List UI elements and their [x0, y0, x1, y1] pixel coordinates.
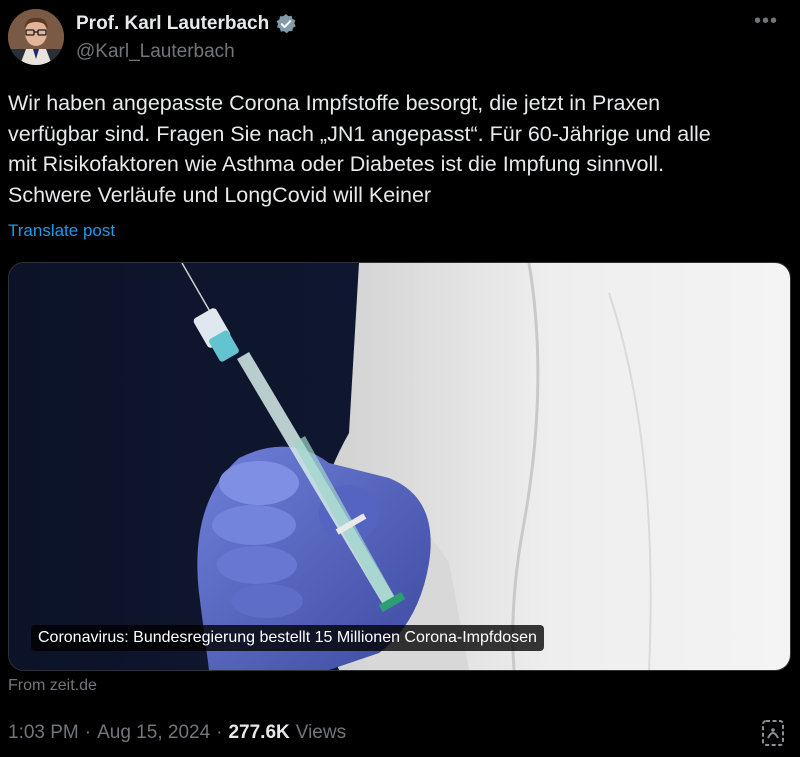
- post-time[interactable]: 1:03 PM: [8, 722, 79, 744]
- post-meta: 1:03 PM · Aug 15, 2024 · 277.6K Views: [8, 722, 346, 744]
- author-display-name[interactable]: Prof. Karl Lauterbach: [76, 13, 269, 35]
- views-label: Views: [295, 722, 347, 743]
- link-source[interactable]: From zeit.de: [8, 677, 97, 695]
- views-count: 277.6K: [228, 722, 290, 743]
- card-image: [9, 263, 790, 670]
- translate-post-link[interactable]: Translate post: [8, 221, 115, 241]
- link-card[interactable]: Coronavirus: Bundesregierung bestellt 15…: [8, 262, 791, 671]
- verified-badge-icon[interactable]: [275, 13, 297, 35]
- meta-separator: ·: [216, 722, 223, 743]
- link-card-caption: Coronavirus: Bundesregierung bestellt 15…: [31, 625, 544, 651]
- post-date[interactable]: Aug 15, 2024: [97, 722, 210, 744]
- author-name-row: Prof. Karl Lauterbach: [76, 13, 297, 35]
- tweet-text: Wir haben angepasste Corona Impfstoffe b…: [8, 91, 711, 207]
- more-options-icon[interactable]: •••: [754, 10, 778, 33]
- author-handle[interactable]: @Karl_Lauterbach: [76, 41, 235, 63]
- post-analytics-icon[interactable]: [760, 719, 786, 747]
- avatar[interactable]: [8, 9, 64, 65]
- meta-separator: ·: [84, 722, 92, 743]
